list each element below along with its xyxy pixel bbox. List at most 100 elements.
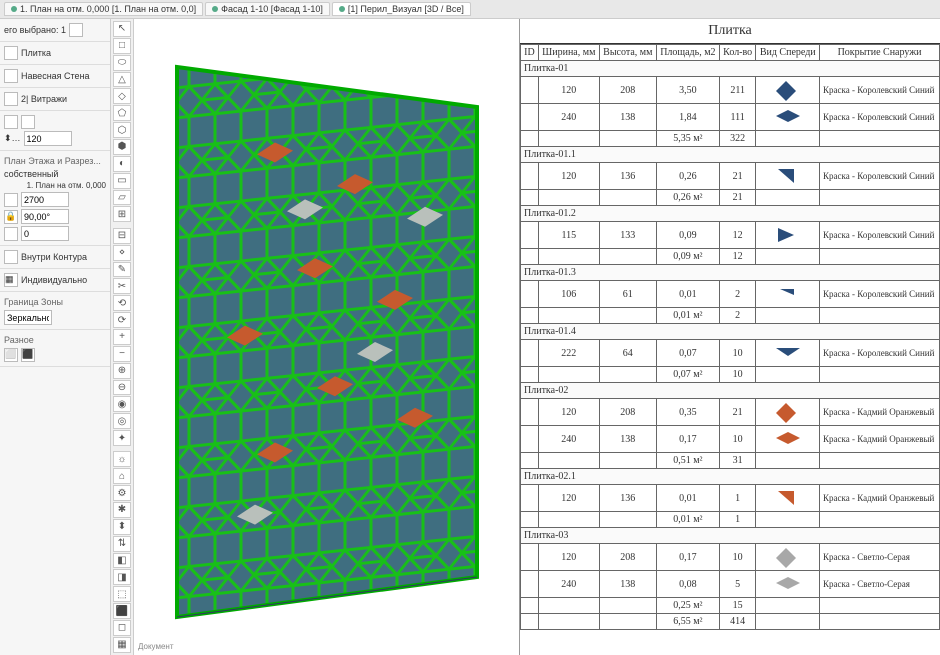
grid-icon[interactable] (69, 23, 83, 37)
table-row: 1202080,3521Краска - Кадмий Оранжевый (521, 399, 940, 426)
tool-button[interactable]: ⚙ (113, 485, 131, 501)
cell-area: 3,50 (656, 77, 719, 104)
tool-button[interactable]: ⋄ (113, 245, 131, 261)
tool-icon[interactable] (4, 46, 18, 60)
cell-shape (756, 104, 820, 131)
schedule-title: Плитка (520, 19, 940, 44)
plan-ref: 1. План на отм. 0,000 (27, 181, 106, 190)
level-icon[interactable] (4, 193, 18, 207)
contour-icon[interactable] (4, 250, 18, 264)
tool-button[interactable]: ✦ (113, 430, 131, 446)
cell-area: 1,84 (656, 104, 719, 131)
tool-button[interactable]: ▱ (113, 190, 131, 206)
group-row: Плитка-01 (521, 61, 940, 77)
tool-button[interactable]: ⬠ (113, 105, 131, 121)
document-tab[interactable]: [1] Перил_Визуал [3D / Все] (332, 2, 471, 16)
cell-id (521, 104, 539, 131)
sum-area: 0,26 м² (656, 190, 719, 206)
schedule-table: IDШирина, ммВысота, ммПлощадь, м2Кол-воВ… (520, 44, 940, 630)
tool-button[interactable]: ⊖ (113, 380, 131, 396)
cell-qty: 2 (719, 281, 755, 308)
m1-icon[interactable]: ⬜ (4, 348, 18, 362)
wall-icon[interactable] (4, 69, 18, 83)
subtotal-row: 0,01 м²1 (521, 512, 940, 528)
tool-button[interactable]: ✂ (113, 278, 131, 294)
cell-height: 136 (599, 485, 656, 512)
tool-button[interactable]: ⟳ (113, 312, 131, 328)
tool-button[interactable]: ⬛ (113, 603, 131, 619)
tool-button[interactable]: ⌂ (113, 468, 131, 484)
sum-qty: 21 (719, 190, 755, 206)
tool-button[interactable]: ⊞ (113, 206, 131, 222)
cell-id (521, 340, 539, 367)
width-input[interactable] (24, 131, 72, 146)
cell-shape (756, 399, 820, 426)
grid2-icon[interactable]: ▦ (4, 273, 18, 287)
col-header: ID (521, 45, 539, 61)
tool-button[interactable]: ↖ (113, 21, 131, 37)
tool-button[interactable]: ◻ (113, 620, 131, 636)
group-row: Плитка-02.1 (521, 469, 940, 485)
sum-qty: 10 (719, 367, 755, 383)
sum-qty: 1 (719, 512, 755, 528)
tool-button[interactable]: ☼ (113, 451, 131, 467)
tool-button[interactable]: ◉ (113, 396, 131, 412)
m2-icon[interactable]: ⬛ (21, 348, 35, 362)
cell-shape (756, 163, 820, 190)
tool-button[interactable]: ⬍ (113, 519, 131, 535)
document-tab[interactable]: Фасад 1-10 [Фасад 1-10] (205, 2, 330, 16)
tool-button[interactable]: □ (113, 38, 131, 54)
tab-dot-icon (339, 6, 345, 12)
offset-input[interactable] (21, 226, 69, 241)
facade-render (137, 37, 517, 637)
tool-button[interactable]: ⊟ (113, 228, 131, 244)
tool-button[interactable]: ▦ (113, 637, 131, 653)
tool-button[interactable]: + (113, 329, 131, 345)
grand-total-row: 6,55 м²414 (521, 614, 940, 630)
doc-label: Документ (138, 642, 174, 651)
height-input[interactable] (21, 192, 69, 207)
table-row: 1201360,011Краска - Кадмий Оранжевый (521, 485, 940, 512)
tool-button[interactable]: ⟲ (113, 295, 131, 311)
tool-button[interactable]: ✎ (113, 262, 131, 278)
tool-button[interactable]: ◐ (113, 156, 131, 172)
tool-button[interactable]: ⊕ (113, 363, 131, 379)
tool-button[interactable]: ◧ (113, 553, 131, 569)
tool-button[interactable]: △ (113, 72, 131, 88)
tool-button[interactable]: − (113, 346, 131, 362)
angle-icon[interactable]: 🔒 (4, 210, 18, 224)
geom-icon[interactable] (4, 115, 18, 129)
group-id: Плитка-01.1 (521, 147, 940, 163)
subtotal-row: 5,35 м²322 (521, 131, 940, 147)
table-row: 106610,012Краска - Королевский Синий (521, 281, 940, 308)
tool-button[interactable]: ⬡ (113, 122, 131, 138)
group-id: Плитка-01.2 (521, 206, 940, 222)
tool-button[interactable]: ⇅ (113, 536, 131, 552)
tool-button[interactable]: ▭ (113, 173, 131, 189)
cell-qty: 12 (719, 222, 755, 249)
mirror-input[interactable] (4, 310, 52, 325)
document-tab[interactable]: 1. План на отм. 0,000 [1. План на отм. 0… (4, 2, 203, 16)
tool-button[interactable]: ⬚ (113, 586, 131, 602)
tool-button[interactable]: ⬭ (113, 55, 131, 71)
tool-button[interactable]: ◎ (113, 413, 131, 429)
geom2-icon[interactable] (21, 115, 35, 129)
cell-width: 120 (538, 163, 599, 190)
tool-button[interactable]: ✱ (113, 502, 131, 518)
cell-coating: Краска - Королевский Синий (820, 281, 940, 308)
tool-button[interactable]: ⬢ (113, 139, 131, 155)
cell-height: 64 (599, 340, 656, 367)
cell-shape (756, 77, 820, 104)
cell-qty: 10 (719, 426, 755, 453)
cell-id (521, 399, 539, 426)
toolbox: ↖□⬭△◇⬠⬡⬢◐▭▱⊞ ⊟⋄✎✂⟲⟳+−⊕⊖◉◎✦ ☼⌂⚙✱⬍⇅◧◨⬚⬛◻▦ (111, 19, 134, 655)
tool-button[interactable]: ◇ (113, 88, 131, 104)
sum-qty: 322 (719, 131, 755, 147)
tool-button[interactable]: ◨ (113, 569, 131, 585)
document-tabs: 1. План на отм. 0,000 [1. План на отм. 0… (0, 0, 940, 19)
grand-area: 6,55 м² (656, 614, 719, 630)
offset-icon[interactable] (4, 227, 18, 241)
3d-viewport[interactable]: Документ (134, 19, 519, 655)
angle-input[interactable] (21, 209, 69, 224)
layer-icon[interactable] (4, 92, 18, 106)
